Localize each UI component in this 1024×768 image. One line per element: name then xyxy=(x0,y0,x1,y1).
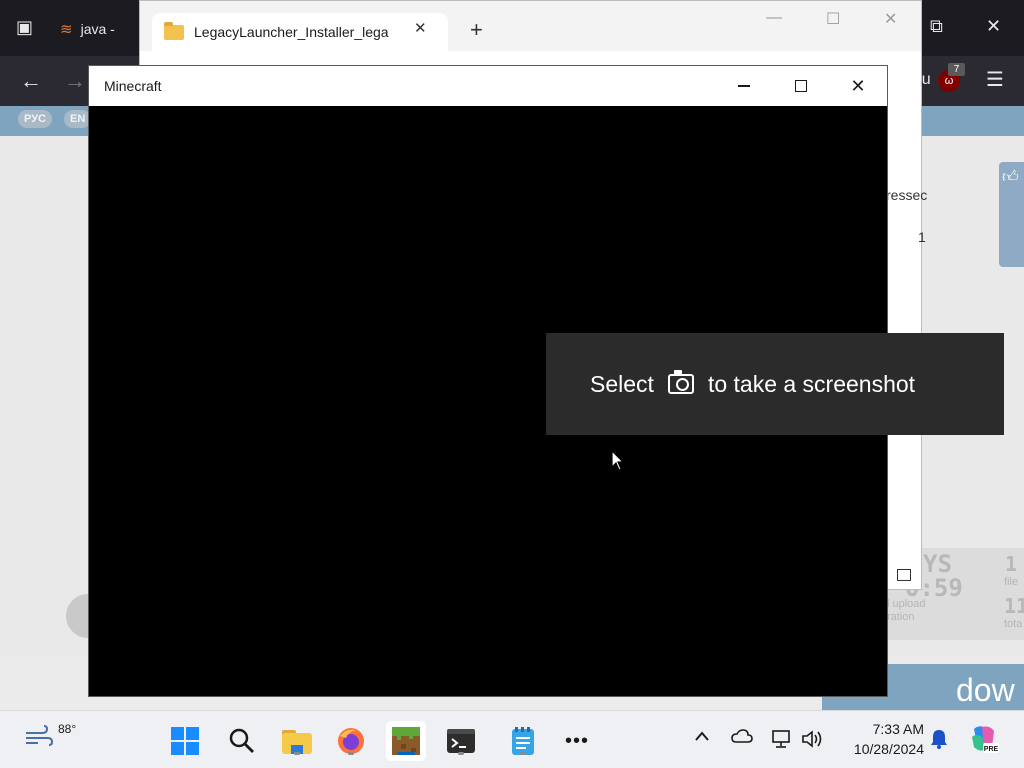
explorer-view-icon[interactable] xyxy=(897,569,911,581)
taskbar-notepad[interactable] xyxy=(503,721,543,761)
windows-icon xyxy=(171,727,199,755)
explorer-tab-close-icon[interactable]: ✕ xyxy=(414,19,427,37)
stackoverflow-icon: ≋ xyxy=(60,21,73,38)
close-icon[interactable]: ✕ xyxy=(986,16,1001,37)
svg-text:PRE: PRE xyxy=(984,746,999,753)
onedrive-icon[interactable] xyxy=(731,729,753,748)
stat-files-count: 1 xyxy=(1005,552,1018,576)
clock-time: 7:33 AM xyxy=(872,721,924,737)
weather-temp: 88° xyxy=(58,722,77,736)
ublock-badge: 7 xyxy=(948,63,965,76)
tab-overview-icon[interactable]: ▣ xyxy=(16,18,33,36)
terminal-icon xyxy=(447,729,475,753)
active-indicator xyxy=(397,752,415,755)
toast-text-rest: to take a screenshot xyxy=(707,370,916,397)
explorer-tab[interactable]: LegacyLauncher_Installer_lega xyxy=(152,13,448,51)
running-indicator xyxy=(348,752,354,755)
taskbar: 88° ••• 7:33 AM 10/28/2024 PRE xyxy=(0,710,1024,768)
maximize-button[interactable] xyxy=(786,74,816,98)
search-icon xyxy=(229,728,254,753)
camera-icon xyxy=(667,370,694,394)
tab-java-label: java - xyxy=(80,21,115,37)
notification-bell-icon[interactable] xyxy=(930,729,948,754)
minecraft-title: Minecraft xyxy=(104,78,162,94)
minimize-button[interactable] xyxy=(729,74,759,98)
taskbar-file-explorer[interactable] xyxy=(277,721,317,761)
tab-java[interactable]: ≋ java - xyxy=(60,14,150,44)
explorer-partial-text-2: 1 xyxy=(918,229,926,245)
stat-duration-label: ration xyxy=(887,611,915,623)
explorer-maximize-icon[interactable]: ☐ xyxy=(826,9,840,29)
download-partial-text: dow xyxy=(956,672,1015,708)
explorer-close-icon[interactable]: ✕ xyxy=(884,9,897,29)
taskbar-minecraft[interactable] xyxy=(386,721,426,761)
minimize-icon xyxy=(738,85,750,87)
taskbar-firefox[interactable] xyxy=(331,721,371,761)
close-icon: ✕ xyxy=(850,75,866,96)
forward-arrow-icon[interactable]: → xyxy=(64,70,86,92)
clock-date: 10/28/2024 xyxy=(853,741,924,757)
toast-text-select: Select xyxy=(590,370,654,397)
explorer-partial-text-1: ressec xyxy=(886,187,928,203)
thumbs-up-icon: 👍︎ xyxy=(1002,169,1019,186)
running-indicator xyxy=(520,752,526,755)
maximize-icon xyxy=(795,80,807,92)
explorer-minimize-icon[interactable]: — xyxy=(766,9,782,27)
copilot-icon[interactable]: PRE xyxy=(968,723,1000,760)
new-tab-button[interactable]: + xyxy=(470,19,483,41)
folder-icon xyxy=(164,21,184,40)
running-indicator xyxy=(294,752,300,755)
explorer-tab-title: LegacyLauncher_Installer_lega xyxy=(194,24,389,40)
network-icon[interactable] xyxy=(771,729,793,754)
taskbar-clock[interactable]: 7:33 AM 10/28/2024 xyxy=(838,719,924,759)
tray-chevron-up-icon[interactable] xyxy=(694,729,710,747)
stat-files-label: file xyxy=(1004,576,1019,588)
search-button[interactable] xyxy=(222,721,262,761)
screenshot-toast: Select to take a screenshot xyxy=(546,333,1004,435)
volume-icon[interactable] xyxy=(801,729,823,754)
running-indicator xyxy=(458,752,464,755)
lang-pill-ru[interactable]: РУС xyxy=(18,110,52,128)
menu-icon[interactable]: ☰ xyxy=(986,70,1004,90)
file-explorer-icon xyxy=(282,730,312,754)
taskbar-terminal[interactable] xyxy=(441,721,481,761)
restore-icon[interactable]: ⧉ xyxy=(930,16,943,37)
start-button[interactable] xyxy=(165,721,205,761)
weather-widget[interactable]: 88° xyxy=(24,722,77,747)
more-apps-button[interactable]: ••• xyxy=(557,721,597,761)
stat-total-count: 11 xyxy=(1004,594,1024,618)
wind-icon xyxy=(26,725,54,746)
more-icon: ••• xyxy=(564,729,589,752)
back-arrow-icon[interactable]: ← xyxy=(20,70,42,92)
close-button[interactable]: ✕ xyxy=(843,74,873,98)
minecraft-title-bar[interactable]: Minecraft ✕ xyxy=(89,66,887,106)
stat-total-label: tota xyxy=(1004,618,1023,630)
stat-upload-label: l upload xyxy=(887,598,926,610)
